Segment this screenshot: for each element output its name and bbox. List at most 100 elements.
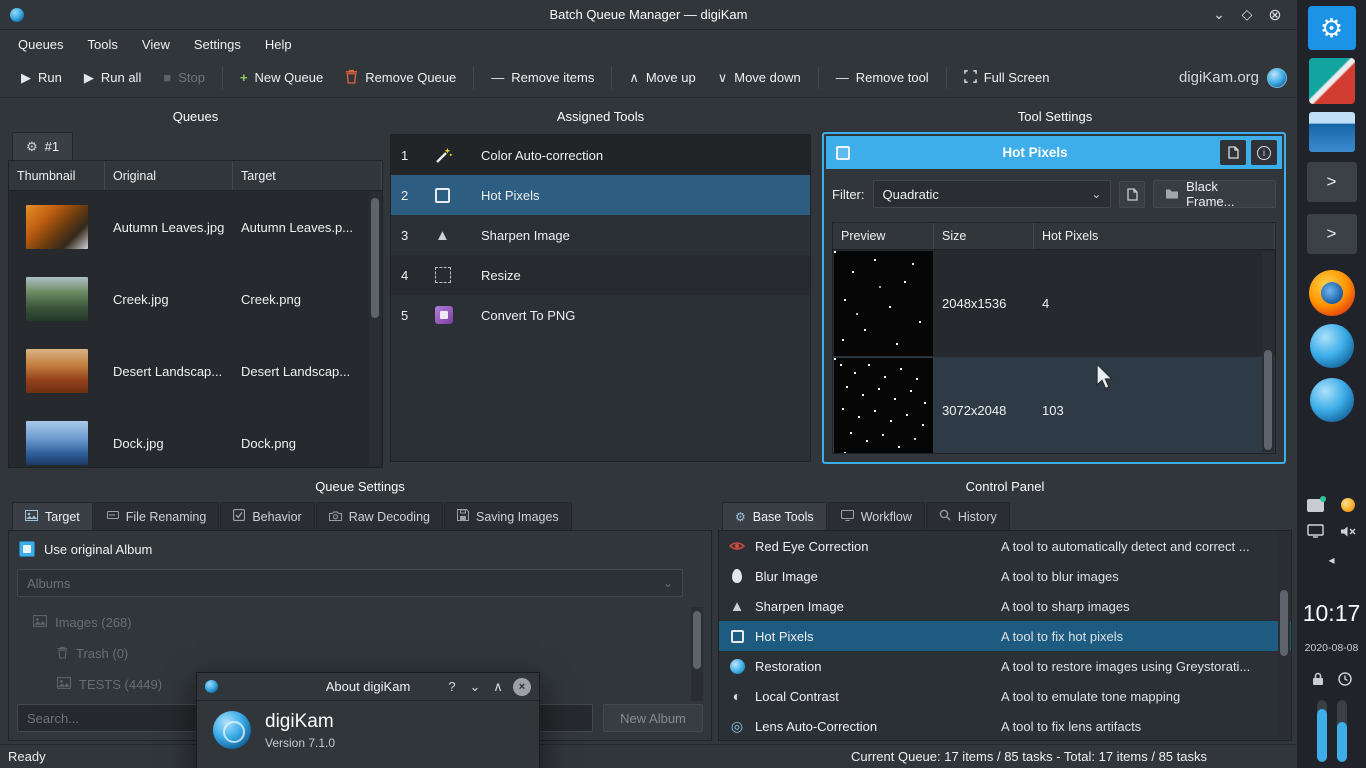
assigned-tool-row[interactable]: 1 Color Auto-correction [391,135,810,175]
save-icon [457,509,469,524]
albums-combobox[interactable]: Albums ⌄ [17,569,683,597]
new-album-button[interactable]: New Album [603,704,703,732]
use-original-album-row[interactable]: Use original Album [19,541,711,557]
tab-workflow[interactable]: Workflow [828,502,925,530]
tab-behavior[interactable]: Behavior [220,502,314,530]
about-dialog-titlebar[interactable]: About digiKam ? ⌄ ∧ × [197,673,539,701]
tab-file-renaming[interactable]: File Renaming [94,502,220,530]
scrollbar-thumb[interactable] [693,611,701,669]
remove-queue-button[interactable]: Remove Queue [334,63,467,92]
digikam-taskbar-icon[interactable] [1310,324,1354,368]
column-header-original[interactable]: Original [105,161,233,190]
stop-icon: ■ [163,71,171,84]
queue-item-row[interactable]: Creek.jpg Creek.png [9,263,382,335]
black-frame-row[interactable]: 2048x1536 4 [833,250,1275,357]
tool-list-item[interactable]: ◐ Local Contrast A tool to emulate tone … [719,681,1291,711]
menu-settings[interactable]: Settings [182,33,253,56]
column-header-target[interactable]: Target [233,161,382,190]
tab-history[interactable]: History [926,502,1010,530]
tool-list-item[interactable]: Red Eye Correction A tool to automatical… [719,531,1291,561]
volume-muted-tray-icon[interactable] [1340,525,1356,541]
remove-items-button[interactable]: — Remove items [480,64,605,91]
logout-clock-icon[interactable] [1338,672,1352,689]
tool-settings-scrollbar[interactable] [1262,251,1274,452]
digikam-taskbar-icon[interactable] [1310,378,1354,422]
display-tray-icon[interactable] [1307,524,1324,541]
scrollbar-thumb[interactable] [371,198,379,318]
queue-tab-1[interactable]: ⚙ #1 [12,132,73,160]
column-header-thumbnail[interactable]: Thumbnail [9,161,105,190]
control-panel-scrollbar[interactable] [1278,532,1290,739]
tool-list-item[interactable]: Blur Image A tool to blur images [719,561,1291,591]
window-close-button[interactable]: ⊗ [1261,5,1289,25]
tree-item-images[interactable]: Images (268) [17,607,683,638]
tool-list-item-selected[interactable]: Hot Pixels A tool to fix hot pixels [719,621,1291,651]
tool-help-button[interactable]: i [1251,140,1277,165]
dialog-shade-button[interactable]: ⌄ [467,679,483,695]
assigned-tool-row[interactable]: 5 Convert To PNG [391,295,810,335]
column-header-preview[interactable]: Preview [833,223,934,249]
queue-item-row[interactable]: Dock.jpg Dock.png [9,407,382,468]
panel-hide-arrow-icon[interactable]: ◂ [1328,553,1334,567]
color-profile-tray-icon[interactable] [1341,498,1355,512]
lock-icon[interactable] [1312,672,1324,689]
dialog-help-button[interactable]: ? [444,679,460,694]
tool-list-item[interactable]: Restoration A tool to restore images usi… [719,651,1291,681]
queues-scrollbar[interactable] [369,192,381,466]
dialog-unshade-button[interactable]: ∧ [490,679,506,695]
column-header-size[interactable]: Size [934,223,1034,249]
dialog-close-button[interactable]: × [513,678,531,696]
printer-tray-icon[interactable] [1307,499,1324,512]
assigned-tool-row[interactable]: 3 ▲ Sharpen Image [391,215,810,255]
run-all-button[interactable]: ▶ Run all [73,64,152,91]
titlebar[interactable]: Batch Queue Manager — digiKam ⌄ ◇ ⊗ [0,0,1297,30]
clock-date[interactable]: 2020-08-08 [1305,642,1359,654]
firefox-icon[interactable] [1309,270,1355,316]
tab-saving-images[interactable]: Saving Images [444,502,572,530]
digikam-org-link[interactable]: digiKam.org [1179,69,1259,86]
panel-expand-button[interactable]: > [1307,214,1357,254]
new-queue-button[interactable]: + New Queue [229,64,334,91]
window-app-icon[interactable] [1309,112,1355,152]
black-frame-button[interactable]: Black Frame... [1153,180,1276,208]
tab-target[interactable]: Target [12,502,93,530]
column-header-hot-pixels[interactable]: Hot Pixels [1034,223,1275,249]
use-original-album-checkbox[interactable] [19,541,35,557]
move-up-button[interactable]: ∧ Move up [618,64,706,91]
stop-button[interactable]: ■ Stop [152,64,216,91]
clock-time[interactable]: 10:17 [1303,600,1361,627]
full-screen-button[interactable]: Full Screen [953,64,1061,91]
paint-app-icon[interactable] [1309,58,1355,104]
menu-view[interactable]: View [130,33,182,56]
scrollbar-thumb[interactable] [1264,350,1272,450]
menu-tools[interactable]: Tools [76,33,130,56]
queue-item-row[interactable]: Desert Landscap... Desert Landscap... [9,335,382,407]
menu-help[interactable]: Help [253,33,304,56]
move-down-button[interactable]: ∨ Move down [707,64,812,91]
albums-scrollbar[interactable] [691,607,703,701]
tab-base-tools[interactable]: ⚙ Base Tools [722,502,827,530]
tool-list-item[interactable]: ◎ Lens Auto-Correction A tool to fix len… [719,711,1291,741]
assigned-tool-row[interactable]: 4 Resize [391,255,810,295]
meter-bar[interactable] [1337,700,1347,762]
menu-queues[interactable]: Queues [6,33,76,56]
tool-defaults-button[interactable] [1220,140,1246,165]
assigned-tool-row-selected[interactable]: 2 Hot Pixels [391,175,810,215]
tree-item-trash[interactable]: Trash (0) [17,638,683,669]
queue-item-row[interactable]: Autumn Leaves.jpg Autumn Leaves.p... [9,191,382,263]
window-shade-button[interactable]: ⌄ [1205,6,1233,23]
tab-raw-decoding[interactable]: Raw Decoding [316,502,443,530]
meter-bar[interactable] [1317,700,1327,762]
window-maximize-button[interactable]: ◇ [1233,6,1261,23]
black-frame-row[interactable]: 3072x2048 103 [833,357,1275,454]
kde-launcher-button[interactable]: ⚙ [1308,6,1356,50]
run-button[interactable]: ▶ Run [10,64,73,91]
filter-combobox[interactable]: Quadratic ⌄ [873,180,1112,208]
remove-tool-button[interactable]: — Remove tool [825,64,940,91]
tool-enabled-checkbox[interactable] [836,146,850,160]
scrollbar-thumb[interactable] [1280,590,1288,656]
tool-list-item[interactable]: ▲ Sharpen Image A tool to sharp images [719,591,1291,621]
panel-expand-button[interactable]: > [1307,162,1357,202]
hot-pixels-icon [719,630,755,643]
pattern-file-button[interactable] [1119,181,1145,208]
